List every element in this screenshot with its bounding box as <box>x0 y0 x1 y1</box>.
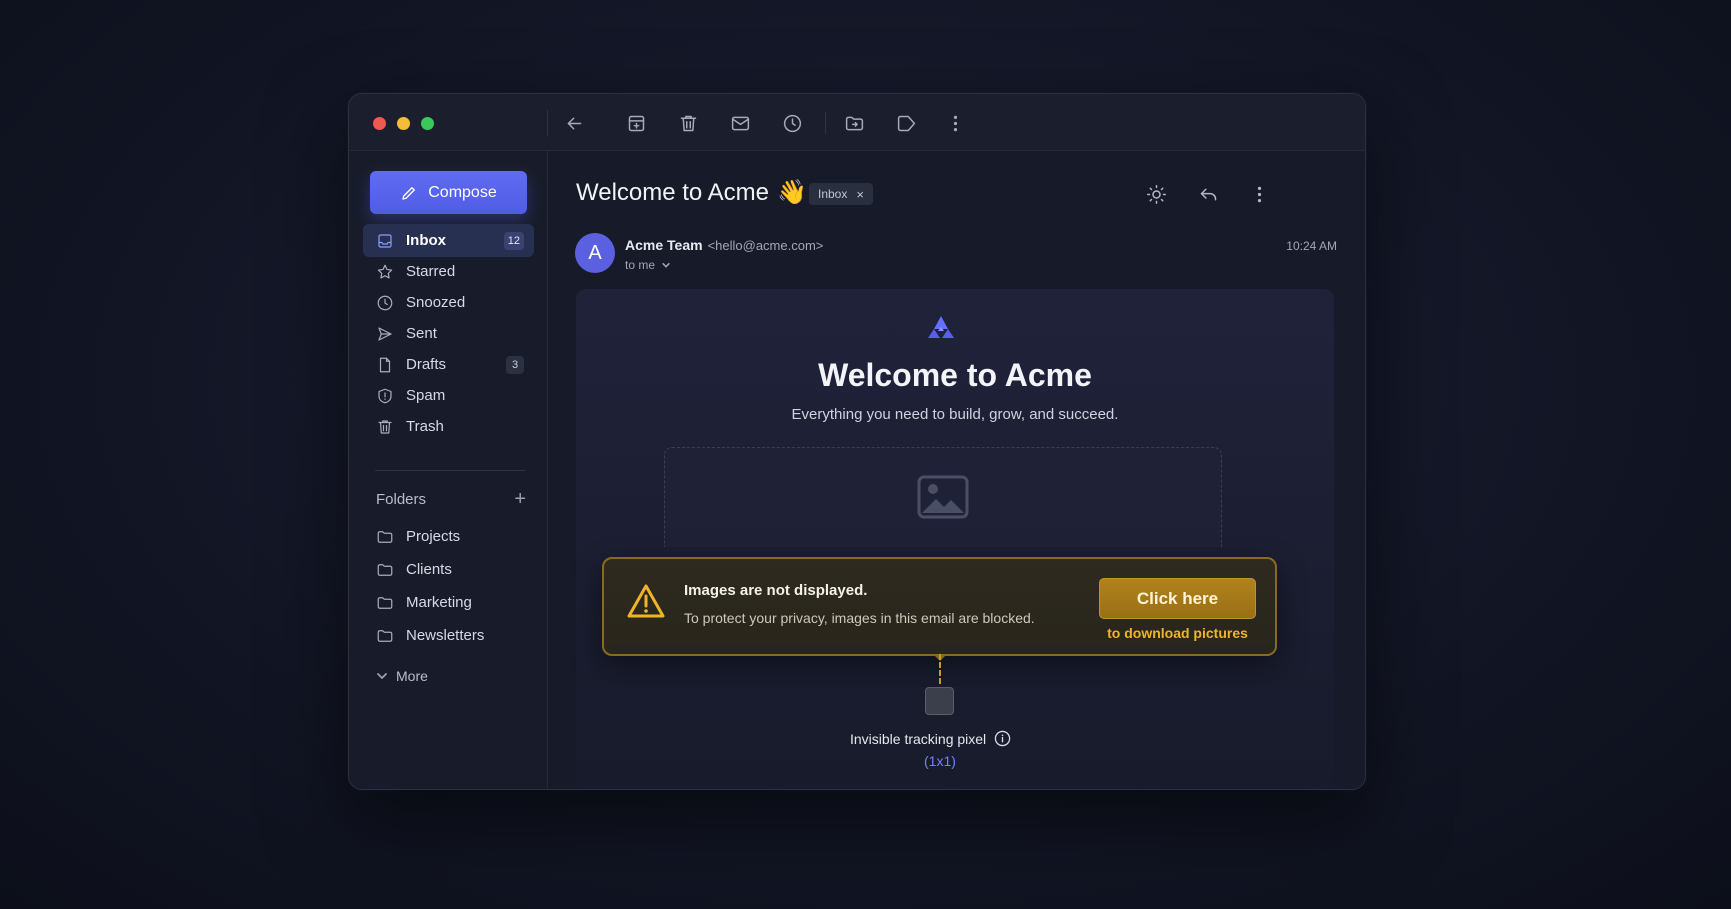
sender-line: Acme Team <hello@acme.com> <box>625 237 823 253</box>
window-controls <box>373 117 434 130</box>
folder-icon <box>377 530 393 543</box>
send-icon <box>378 326 392 341</box>
email-body-card: Welcome to Acme Everything you need to b… <box>576 289 1334 789</box>
folder-label: Projects <box>406 528 461 545</box>
message-pane: Welcome to Acme 👋 Inbox × A Acme Team <he… <box>548 151 1365 789</box>
banner-description: To protect your privacy, images in this … <box>684 610 1035 626</box>
sidebar-item-label: Inbox <box>406 232 446 249</box>
more-vertical-icon[interactable] <box>943 111 967 135</box>
sidebar-item-starred[interactable]: Starred <box>363 255 534 288</box>
label-icon[interactable] <box>894 111 918 135</box>
folder-label: Marketing <box>406 594 472 611</box>
compose-label: Compose <box>428 183 497 201</box>
tracking-pixel-caption: Invisible tracking pixel <box>850 730 1011 747</box>
toolbar-divider <box>547 110 548 136</box>
image-icon <box>917 475 969 519</box>
shield-icon <box>378 388 392 403</box>
chevron-down-icon <box>662 262 670 268</box>
back-arrow-icon[interactable] <box>562 111 586 135</box>
archive-icon[interactable] <box>624 111 648 135</box>
toolbar-separator <box>825 112 826 134</box>
sun-icon[interactable] <box>1143 181 1169 207</box>
tracking-pixel-label: Invisible tracking pixel <box>850 730 987 747</box>
more-folders-toggle[interactable]: More <box>376 668 428 684</box>
mail-window: Compose Inbox 12 Starred Snoozed Sent Dr… <box>348 93 1366 790</box>
sidebar-item-label: Starred <box>406 263 456 280</box>
tracking-pixel <box>925 687 954 715</box>
inbox-count-badge: 12 <box>503 232 524 250</box>
sidebar-item-sent[interactable]: Sent <box>363 317 534 350</box>
email-heading: Welcome to Acme <box>818 357 1092 393</box>
sidebar-item-inbox[interactable]: Inbox 12 <box>363 224 534 257</box>
download-pictures-link[interactable]: to download pictures <box>1099 625 1256 641</box>
sidebar-item-spam[interactable]: Spam <box>363 379 534 412</box>
folder-label: Newsletters <box>406 627 485 644</box>
remove-tag-button[interactable]: × <box>856 187 864 202</box>
minimize-window-button[interactable] <box>397 117 410 130</box>
more-label: More <box>396 668 428 684</box>
trash-icon <box>378 419 392 434</box>
add-folder-button[interactable]: + <box>514 489 526 509</box>
blocked-image-placeholder <box>664 447 1222 547</box>
message-subject: Welcome to Acme 👋 <box>576 178 807 207</box>
folder-icon <box>377 596 393 609</box>
sidebar-folder-newsletters[interactable]: Newsletters <box>363 619 534 652</box>
label-tag-inbox: Inbox × <box>809 183 873 205</box>
file-icon <box>379 357 391 372</box>
maximize-window-button[interactable] <box>421 117 434 130</box>
acme-logo-icon <box>928 316 954 338</box>
compose-button[interactable]: Compose <box>370 171 527 214</box>
recipient-details-toggle[interactable]: to me <box>625 258 671 272</box>
download-images-button[interactable]: Click here <box>1099 578 1256 619</box>
folder-move-icon[interactable] <box>842 111 866 135</box>
trash-icon[interactable] <box>676 111 700 135</box>
sidebar-item-label: Sent <box>406 325 437 342</box>
images-blocked-banner: Images are not displayed. To protect you… <box>602 557 1277 656</box>
inbox-icon <box>378 233 392 248</box>
sidebar-folder-clients[interactable]: Clients <box>363 553 534 586</box>
sidebar-folder-marketing[interactable]: Marketing <box>363 586 534 619</box>
recipient-label: to me <box>625 258 656 272</box>
sidebar-item-drafts[interactable]: Drafts 3 <box>363 348 534 381</box>
sidebar: Compose Inbox 12 Starred Snoozed Sent Dr… <box>349 151 548 789</box>
folders-heading: Folders + <box>376 488 526 510</box>
sidebar-item-label: Spam <box>406 387 446 404</box>
waving-hand-emoji: 👋 <box>776 179 807 206</box>
pixel-connector-line <box>939 654 941 684</box>
sidebar-item-snoozed[interactable]: Snoozed <box>363 286 534 319</box>
sender-avatar: A <box>575 233 615 273</box>
folder-icon <box>377 563 393 576</box>
close-window-button[interactable] <box>373 117 386 130</box>
clock-icon <box>377 295 393 310</box>
banner-title: Images are not displayed. <box>684 582 868 599</box>
sender-email: <hello@acme.com> <box>707 238 824 253</box>
mail-icon[interactable] <box>728 111 752 135</box>
tracking-pixel-size: (1x1) <box>924 753 956 769</box>
sidebar-folder-projects[interactable]: Projects <box>363 520 534 553</box>
toolbar <box>349 94 1365 151</box>
sidebar-item-label: Drafts <box>406 356 447 373</box>
folder-label: Clients <box>406 561 452 578</box>
pencil-icon <box>402 186 416 200</box>
sidebar-divider <box>375 470 525 471</box>
sidebar-item-label: Trash <box>406 418 444 435</box>
sidebar-item-label: Snoozed <box>406 294 466 311</box>
drafts-count-badge: 3 <box>506 356 524 374</box>
folders-heading-label: Folders <box>376 490 427 508</box>
clock-icon[interactable] <box>780 111 804 135</box>
chevron-down-icon <box>377 673 387 679</box>
subject-text: Welcome to Acme <box>576 178 769 206</box>
folder-icon <box>377 629 393 642</box>
tag-label: Inbox <box>818 187 848 201</box>
more-vertical-icon[interactable] <box>1246 181 1272 207</box>
sidebar-item-trash[interactable]: Trash <box>363 410 534 443</box>
reply-icon[interactable] <box>1195 181 1221 207</box>
sender-name: Acme Team <box>625 237 703 253</box>
info-icon[interactable] <box>994 730 1011 747</box>
email-subheading: Everything you need to build, grow, and … <box>791 406 1119 423</box>
star-icon <box>377 264 393 279</box>
warning-icon <box>627 584 665 618</box>
message-time: 10:24 AM <box>1286 239 1337 253</box>
